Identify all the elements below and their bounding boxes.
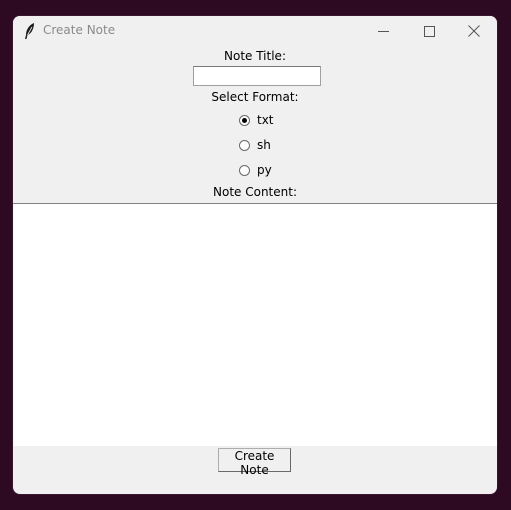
select-format-label: Select Format: xyxy=(211,90,299,104)
window-title: Create Note xyxy=(43,23,116,37)
close-icon xyxy=(468,25,480,37)
maximize-icon xyxy=(423,25,435,37)
close-button[interactable] xyxy=(451,16,497,46)
radio-button[interactable] xyxy=(239,164,250,176)
note-title-label: Note Title: xyxy=(224,49,286,63)
format-radio-py[interactable]: py xyxy=(239,161,272,179)
title-bar[interactable]: Create Note xyxy=(13,16,497,46)
format-radio-sh[interactable]: sh xyxy=(239,136,271,154)
format-radio-label: txt xyxy=(257,113,274,127)
format-radio-txt[interactable]: txt xyxy=(239,111,274,129)
radio-button[interactable] xyxy=(239,139,250,151)
minimize-icon xyxy=(377,26,389,37)
create-note-button[interactable]: Create Note xyxy=(218,448,291,477)
minimize-button[interactable] xyxy=(360,16,406,46)
feather-icon xyxy=(23,22,37,40)
note-content-textarea[interactable] xyxy=(13,203,497,446)
format-radio-label: py xyxy=(257,163,272,177)
maximize-button[interactable] xyxy=(406,16,452,46)
note-title-input[interactable] xyxy=(193,66,321,86)
note-content-label: Note Content: xyxy=(213,185,297,199)
radio-button-selected[interactable] xyxy=(239,114,250,126)
format-radio-label: sh xyxy=(257,138,271,152)
create-note-window: Create Note Note Title: Select Format: t… xyxy=(13,16,497,494)
